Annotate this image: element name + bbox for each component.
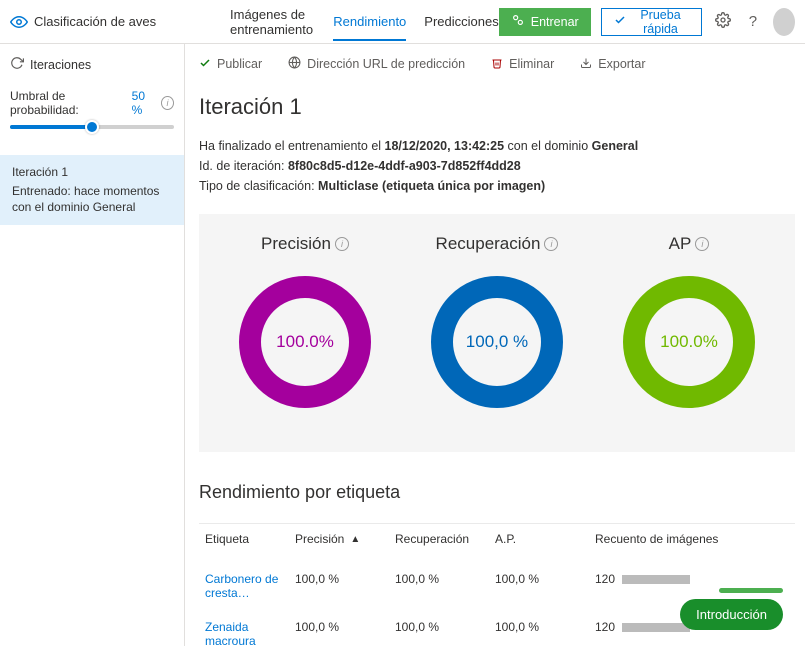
top-actions: Entrenar Prueba rápida ? [499,8,795,36]
meta-prefix: Ha finalizado el entrenamiento el [199,139,385,153]
recall-value: 100,0 % [427,272,567,412]
avatar[interactable] [773,8,795,36]
iterations-header: Iteraciones [0,50,184,79]
delete-button[interactable]: Eliminar [491,57,554,72]
gears-icon [511,13,525,30]
info-icon[interactable]: i [161,96,174,110]
intro-fab: Introducción [680,588,783,630]
gear-icon [715,12,731,32]
threshold-value: 50 % [132,89,157,117]
metrics-panel: Precisióni 100.0% Recuperacióni 100,0 % … [199,214,795,452]
cell-recall: 100,0 % [389,562,489,610]
iteration-card-subtitle: Entrenado: hace momentos con el dominio … [12,183,172,215]
ap-label: AP [669,234,692,254]
iterations-label: Iteraciones [30,58,91,72]
brand: Clasificación de aves [10,13,190,31]
quick-test-label: Prueba rápida [632,8,690,36]
tag-link[interactable]: Zenaida macroura [205,620,283,646]
cell-recall: 100,0 % [389,610,489,646]
main-content: Publicar Dirección URL de predicción Eli… [185,44,805,646]
quick-test-button[interactable]: Prueba rápida [601,8,703,36]
eye-icon [10,13,28,31]
download-icon [580,57,592,72]
iteration-card-title: Iteración 1 [12,165,172,179]
threshold-label-row: Umbral de probabilidad: 50 % i [0,79,184,121]
body: Iteraciones Umbral de probabilidad: 50 %… [0,44,805,646]
globe-icon [288,56,301,72]
threshold-slider[interactable] [0,125,184,139]
export-button[interactable]: Exportar [580,57,645,72]
count-bar [622,575,690,584]
meta-id: 8f80c8d5-d12e-4ddf-a903-7d852ff4dd28 [288,159,521,173]
publish-button[interactable]: Publicar [199,57,262,72]
precision-label: Precisión [261,234,331,254]
iterations-icon [10,56,24,73]
meta-domain: General [592,139,639,153]
intro-progress [719,588,783,593]
ap-value: 100.0% [619,272,759,412]
col-tag[interactable]: Etiqueta [199,524,289,563]
trash-icon [491,57,503,72]
train-button[interactable]: Entrenar [499,8,591,36]
meta-datetime: 18/12/2020, 13:42:25 [385,139,505,153]
prediction-url-button[interactable]: Dirección URL de predicción [288,56,465,72]
check-icon [199,57,211,72]
settings-button[interactable] [712,9,732,35]
col-recall[interactable]: Recuperación [389,524,489,563]
prediction-url-label: Dirección URL de predicción [307,57,465,71]
nav-training-images[interactable]: Imágenes de entrenamiento [230,0,315,49]
iteration-toolbar: Publicar Dirección URL de predicción Eli… [199,44,795,84]
intro-button[interactable]: Introducción [680,599,783,630]
sort-caret-icon: ▲ [350,534,360,545]
meta-type: Multiclase (etiqueta única por imagen) [318,179,545,193]
col-precision[interactable]: Precisión▲ [289,524,389,563]
perf-title: Rendimiento por etiqueta [199,482,795,503]
project-title: Clasificación de aves [34,14,156,29]
cell-ap: 100,0 % [489,610,589,646]
train-button-label: Entrenar [531,15,579,29]
meta-suffix: con el dominio [504,139,592,153]
info-icon[interactable]: i [695,237,709,251]
iteration-meta: Ha finalizado el entrenamiento el 18/12/… [199,136,795,196]
help-button[interactable]: ? [743,9,763,35]
col-count[interactable]: Recuento de imágenes [589,524,795,563]
col-ap[interactable]: A.P. [489,524,589,563]
info-icon[interactable]: i [335,237,349,251]
top-bar: Clasificación de aves Imágenes de entren… [0,0,805,44]
meta-id-label: Id. de iteración: [199,159,288,173]
delete-label: Eliminar [509,57,554,71]
sidebar: Iteraciones Umbral de probabilidad: 50 %… [0,44,185,646]
cell-precision: 100,0 % [289,610,389,646]
metric-ap: APi 100.0% [593,234,785,412]
iteration-card[interactable]: Iteración 1 Entrenado: hace momentos con… [0,155,184,225]
recall-label: Recuperación [436,234,541,254]
tag-link[interactable]: Carbonero de cresta… [205,572,283,600]
nav-predictions[interactable]: Predicciones [424,2,498,41]
main-nav: Imágenes de entrenamiento Rendimiento Pr… [230,0,499,49]
meta-type-label: Tipo de clasificación: [199,179,318,193]
nav-performance[interactable]: Rendimiento [333,2,406,41]
publish-label: Publicar [217,57,262,71]
export-label: Exportar [598,57,645,71]
metric-precision: Precisión i 100.0% [209,234,401,412]
precision-value: 100.0% [235,272,375,412]
metric-recall: Recuperacióni 100,0 % [401,234,593,412]
cell-precision: 100,0 % [289,562,389,610]
threshold-label: Umbral de probabilidad: [10,89,128,117]
iteration-title: Iteración 1 [199,94,795,120]
help-icon: ? [749,13,757,30]
info-icon[interactable]: i [544,237,558,251]
check-icon [614,14,626,29]
cell-ap: 100,0 % [489,562,589,610]
